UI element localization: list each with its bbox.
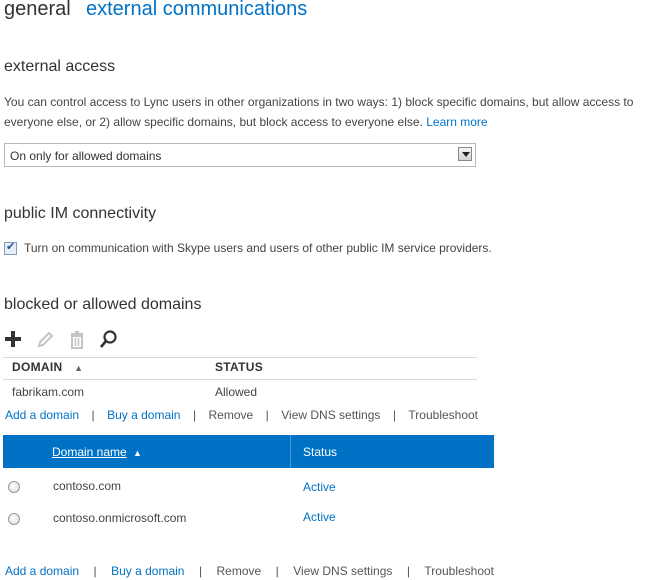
separator: | <box>275 564 279 578</box>
external-access-description: You can control access to Lync users in … <box>4 92 648 132</box>
domain-name-label: Domain name <box>52 445 127 459</box>
header-divider <box>290 435 291 468</box>
tab-external-communications[interactable]: external communications <box>86 0 307 21</box>
column-header-domain[interactable]: DOMAIN ▲ <box>12 360 83 374</box>
domain-actions-bottom: Add a domain | Buy a domain | Remove | V… <box>5 562 494 580</box>
external-access-heading: external access <box>4 58 116 75</box>
column-header-status[interactable]: STATUS <box>215 360 263 374</box>
remove-action[interactable]: Remove <box>217 564 262 578</box>
table-row-domain[interactable]: contoso.onmicrosoft.com <box>53 511 186 525</box>
troubleshoot-action[interactable]: Troubleshoot <box>408 408 478 422</box>
row-select-radio[interactable] <box>8 513 20 525</box>
table-row-domain[interactable]: fabrikam.com <box>12 385 84 399</box>
domain-actions-top: Add a domain | Buy a domain | Remove | V… <box>5 406 478 424</box>
separator: | <box>406 564 410 578</box>
description-text: You can control access to Lync users in … <box>4 95 634 129</box>
select-value: On only for allowed domains <box>10 149 162 163</box>
tab-general[interactable]: general <box>4 0 71 21</box>
search-icon[interactable] <box>99 329 119 349</box>
remove-action[interactable]: Remove <box>209 408 254 422</box>
separator: | <box>392 408 396 422</box>
delete-icon[interactable] <box>67 330 87 350</box>
sort-ascending-icon: ▲ <box>74 363 84 373</box>
status-active-link[interactable]: Active <box>303 510 336 524</box>
buy-domain-link[interactable]: Buy a domain <box>107 408 180 422</box>
separator: | <box>91 408 95 422</box>
add-domain-link[interactable]: Add a domain <box>5 564 79 578</box>
column-domain-label: DOMAIN <box>12 360 63 374</box>
add-domain-link[interactable]: Add a domain <box>5 408 79 422</box>
sort-ascending-icon: ▲ <box>133 448 142 458</box>
public-im-heading: public IM connectivity <box>4 205 157 222</box>
status-active-link[interactable]: Active <box>303 480 336 494</box>
public-im-checkbox-label: Turn on communication with Skype users a… <box>24 241 492 255</box>
blocked-allowed-heading: blocked or allowed domains <box>4 296 202 313</box>
separator: | <box>93 564 97 578</box>
view-dns-settings-action[interactable]: View DNS settings <box>281 408 380 422</box>
table-row-status: Allowed <box>215 385 258 399</box>
row-select-radio[interactable] <box>8 481 20 493</box>
chevron-down-icon[interactable] <box>458 147 472 161</box>
divider <box>3 379 477 380</box>
buy-domain-link[interactable]: Buy a domain <box>111 564 184 578</box>
add-icon[interactable] <box>3 329 23 349</box>
table-row-domain[interactable]: contoso.com <box>53 479 121 493</box>
column-header-domain-name[interactable]: Domain name ▲ <box>52 445 142 459</box>
separator: | <box>265 408 269 422</box>
edit-icon[interactable] <box>35 330 55 350</box>
separator: | <box>198 564 203 578</box>
separator: | <box>192 408 197 422</box>
external-access-select[interactable]: On only for allowed domains <box>4 143 476 167</box>
column-header-status[interactable]: Status <box>303 445 337 459</box>
public-im-checkbox[interactable] <box>4 240 17 255</box>
troubleshoot-action[interactable]: Troubleshoot <box>424 564 494 578</box>
view-dns-settings-action[interactable]: View DNS settings <box>293 564 392 578</box>
divider <box>3 357 477 358</box>
learn-more-link[interactable]: Learn more <box>426 115 487 129</box>
